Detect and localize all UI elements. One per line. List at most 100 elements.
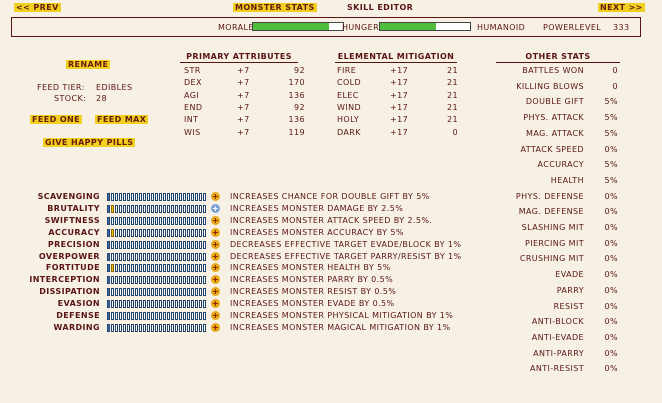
skill-upgrade-button[interactable]: + (211, 311, 220, 320)
next-button[interactable]: NEXT >> (598, 3, 645, 12)
skill-level-segment (107, 252, 110, 261)
prev-button[interactable]: << PREV (14, 3, 61, 12)
skill-level-segment (139, 276, 142, 285)
skill-level-segment (195, 323, 198, 332)
other-stat-name: KILLING BLOWS (516, 81, 584, 91)
skill-level-segment (131, 193, 134, 201)
skill-row: ACCURACY + INCREASES MONSTER ACCURACY BY 5… (0, 227, 490, 239)
skill-level-segment (131, 228, 134, 237)
feed-max-button[interactable]: FEED MAX (95, 115, 149, 124)
skill-level-segment (191, 228, 194, 237)
other-stat-row: HEALTH 5% (496, 175, 620, 187)
attribute-value: 136 (288, 115, 305, 125)
skill-level-segment (175, 264, 178, 273)
skill-upgrade-button[interactable]: + (211, 227, 220, 237)
skill-level-segment (127, 323, 130, 332)
skill-level-segment (199, 204, 202, 213)
element-modifier: +17 (390, 127, 409, 137)
skill-level-segment (131, 288, 134, 297)
skill-level-segment (111, 252, 114, 261)
other-stat-value: 0% (604, 332, 618, 342)
skill-level-segment (151, 323, 154, 332)
element-name: COLD (337, 78, 362, 88)
skill-level-segment (147, 216, 150, 225)
attribute-name: STR (184, 66, 201, 75)
skill-level-segment (115, 216, 118, 225)
primary-attributes-header: PRIMARY ATTRIBUTES (180, 52, 298, 63)
element-name: DARK (337, 127, 361, 137)
skill-description: INCREASES MONSTER ACCURACY BY 5% (230, 227, 404, 237)
skill-upgrade-button[interactable]: + (211, 251, 220, 261)
give-happy-pills-button[interactable]: GIVE HAPPY PILLS (43, 138, 136, 147)
skill-level-segment (195, 288, 198, 297)
feed-one-button[interactable]: FEED ONE (30, 115, 82, 124)
skill-level-segment (175, 288, 178, 297)
other-stat-name: PARRY (556, 285, 584, 295)
skill-level-segment (179, 252, 182, 261)
skill-level-segment (171, 288, 174, 297)
other-stats-header: OTHER STATS (496, 52, 620, 63)
skill-level-segment (171, 312, 174, 320)
other-stat-name: MAG. DEFENSE (518, 207, 584, 217)
skill-level-segment (167, 204, 170, 213)
skill-level-segment (187, 252, 190, 261)
skill-upgrade-button[interactable]: + (211, 192, 220, 201)
skill-level-segment (155, 300, 158, 309)
skill-level-segment (179, 312, 182, 320)
skill-upgrade-button[interactable]: + (211, 299, 220, 309)
element-name: FIRE (337, 66, 357, 75)
skill-level-segment (135, 193, 138, 201)
element-value: 21 (447, 90, 458, 100)
skill-level-segment (119, 300, 122, 309)
skill-level-segment (191, 288, 194, 297)
morale-meter (252, 22, 344, 31)
elemental-row: FIRE +17 21 (335, 65, 460, 77)
attribute-modifier: +7 (237, 90, 250, 100)
skill-level-segment (143, 193, 146, 201)
skill-level-segment (147, 240, 150, 249)
other-stat-row: PARRY 0% (496, 285, 620, 297)
monster-stats-tab[interactable]: MONSTER STATS (233, 3, 317, 12)
attribute-modifier: +7 (237, 78, 250, 88)
other-stat-row: SLASHING MIT 0% (496, 222, 620, 234)
skill-level-segment (187, 276, 190, 285)
element-modifier: +17 (390, 90, 409, 100)
skill-level-segment (171, 252, 174, 261)
skill-upgrade-button[interactable]: + (211, 275, 220, 285)
skill-level-segment (175, 193, 178, 201)
skill-upgrade-button[interactable]: + (211, 287, 220, 297)
skill-upgrade-button[interactable]: + (211, 239, 220, 249)
skill-level-segment (123, 264, 126, 273)
skill-upgrade-button[interactable]: + (211, 203, 220, 213)
other-stat-row: ATTACK SPEED 0% (496, 144, 620, 156)
skill-level-segment (187, 216, 190, 225)
skill-level-segment (175, 300, 178, 309)
other-stat-row: MAG. ATTACK 5% (496, 128, 620, 140)
other-stat-value: 0% (604, 191, 618, 201)
skill-level-segment (187, 300, 190, 309)
skill-upgrade-button[interactable]: + (211, 322, 220, 332)
skill-level-segment (199, 300, 202, 309)
skill-level-segment (195, 300, 198, 309)
skill-level-bar (107, 193, 207, 201)
skill-description: INCREASES MONSTER RESIST BY 0.5% (230, 287, 397, 297)
skill-level-segment (175, 204, 178, 213)
skill-level-segment (175, 252, 178, 261)
skill-level-segment (111, 204, 114, 213)
skill-level-segment (127, 312, 130, 320)
skill-level-segment (107, 276, 110, 285)
attribute-modifier: +7 (237, 66, 250, 75)
skill-level-segment (171, 276, 174, 285)
skill-level-segment (183, 276, 186, 285)
skill-level-segment (159, 300, 162, 309)
rename-button[interactable]: RENAME (66, 60, 111, 69)
skill-level-segment (167, 193, 170, 201)
skill-level-segment (167, 288, 170, 297)
skill-level-segment (143, 252, 146, 261)
skill-upgrade-button[interactable]: + (211, 215, 220, 225)
skill-upgrade-button[interactable]: + (211, 263, 220, 273)
skill-level-segment (127, 252, 130, 261)
elemental-row: COLD +17 21 (335, 77, 460, 89)
skill-level-segment (131, 276, 134, 285)
skill-editor-tab[interactable]: SKILL EDITOR (347, 3, 413, 12)
